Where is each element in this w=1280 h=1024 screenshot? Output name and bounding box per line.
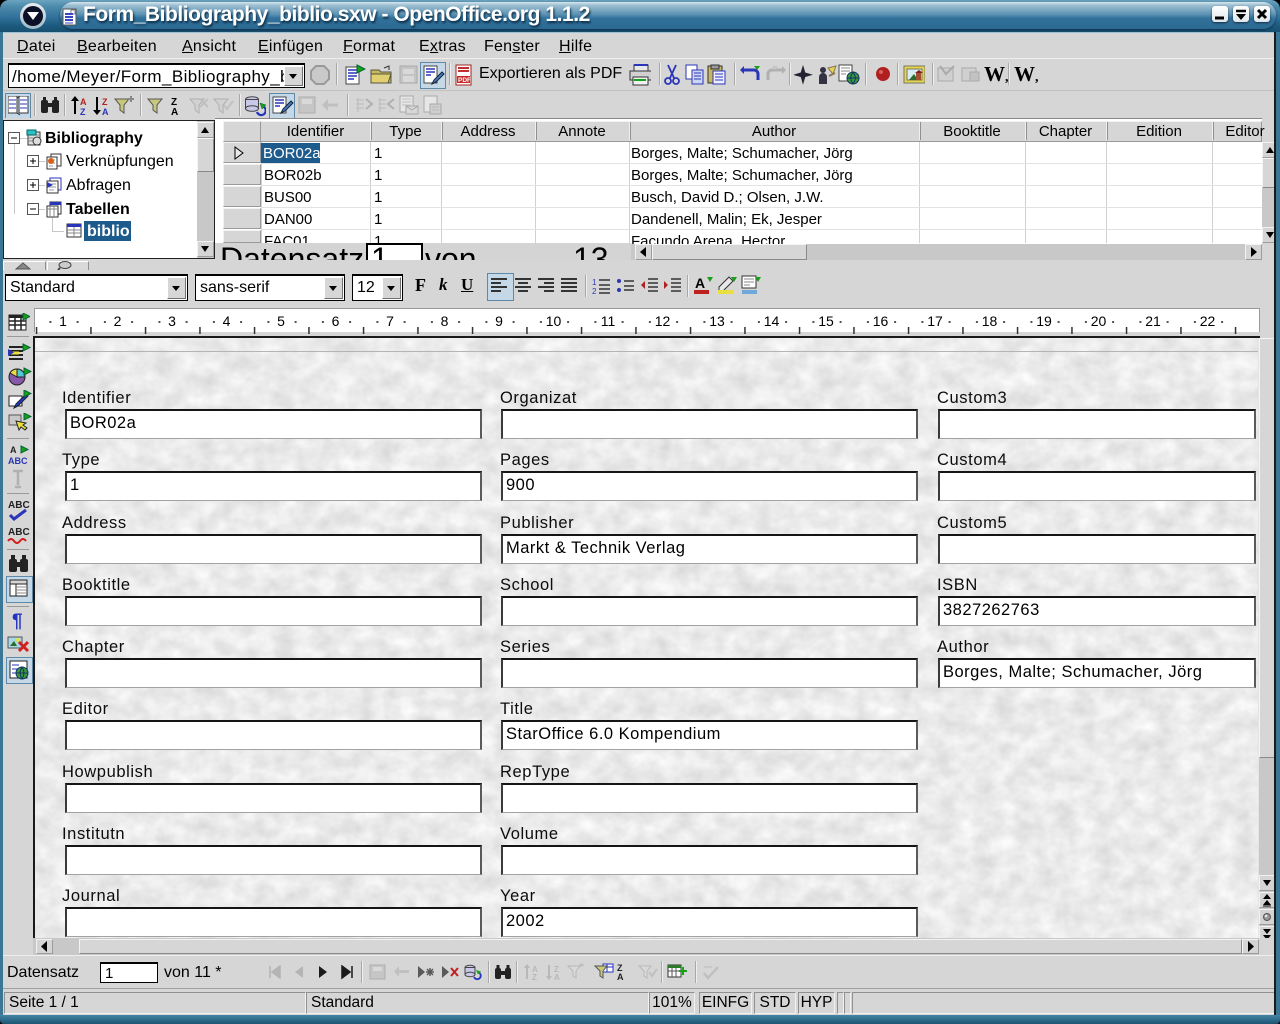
- svg-text:3: 3: [168, 313, 176, 329]
- svg-text:11: 11: [601, 313, 616, 329]
- svg-text:1: 1: [59, 313, 67, 329]
- svg-text:A: A: [554, 973, 560, 982]
- svg-text:A: A: [617, 972, 624, 982]
- svg-text:17: 17: [927, 313, 943, 329]
- svg-text:14: 14: [764, 313, 780, 329]
- svg-text:13: 13: [709, 313, 725, 329]
- svg-text:19: 19: [1036, 313, 1052, 329]
- svg-text:12: 12: [655, 313, 671, 329]
- svg-text:2: 2: [592, 287, 597, 296]
- svg-text:5: 5: [277, 313, 285, 329]
- svg-text:22: 22: [1200, 313, 1216, 329]
- svg-text:Z: Z: [102, 97, 108, 107]
- svg-text:A: A: [695, 275, 705, 291]
- svg-text:A: A: [171, 107, 178, 117]
- svg-text:9: 9: [495, 313, 503, 329]
- svg-text:A: A: [102, 107, 109, 117]
- svg-text:16: 16: [873, 313, 889, 329]
- svg-text:6: 6: [332, 313, 340, 329]
- svg-text:10: 10: [546, 313, 562, 329]
- svg-text:8: 8: [441, 313, 449, 329]
- svg-text:ABC: ABC: [8, 527, 30, 538]
- svg-text:7: 7: [386, 313, 394, 329]
- svg-text:18: 18: [982, 313, 998, 329]
- svg-text:A: A: [10, 445, 17, 455]
- svg-text:21: 21: [1145, 313, 1161, 329]
- svg-text:1: 1: [592, 278, 597, 287]
- svg-text:PDF: PDF: [458, 77, 471, 84]
- svg-text:A: A: [80, 97, 87, 107]
- svg-text:Z: Z: [532, 973, 537, 982]
- svg-text:ABC: ABC: [8, 456, 28, 466]
- svg-text:Z: Z: [80, 107, 86, 117]
- svg-text:4: 4: [223, 313, 231, 329]
- svg-text:20: 20: [1091, 313, 1107, 329]
- svg-text:ABC: ABC: [8, 500, 30, 511]
- svg-text:15: 15: [818, 313, 834, 329]
- svg-text:2: 2: [114, 313, 122, 329]
